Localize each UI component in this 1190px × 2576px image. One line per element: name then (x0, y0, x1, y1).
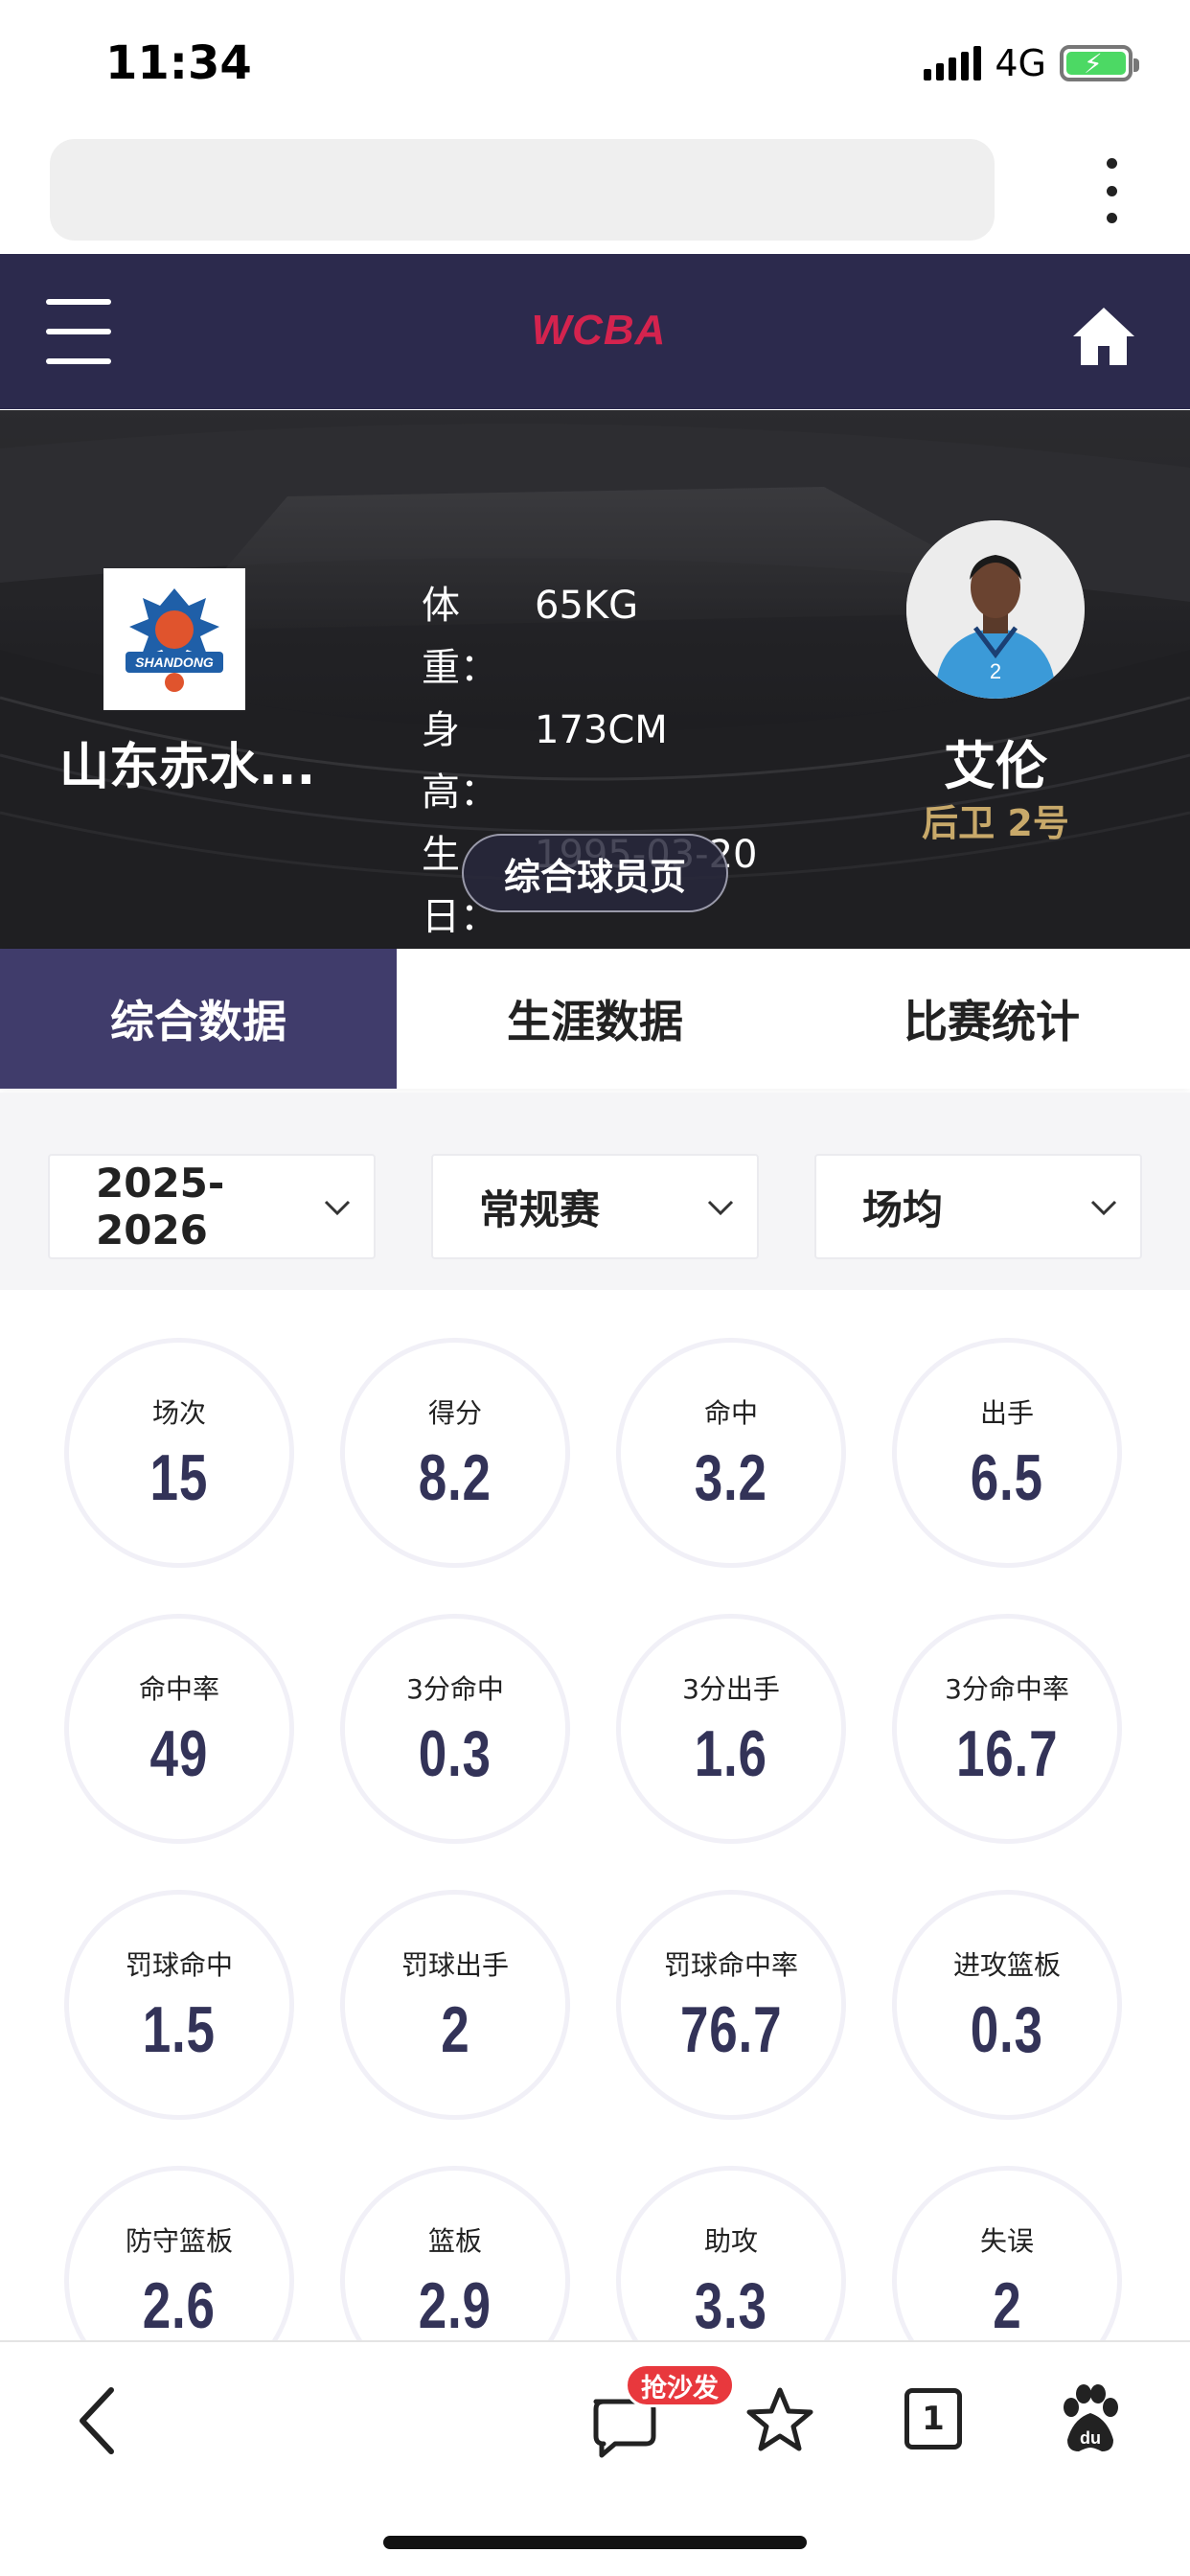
team-logo[interactable]: SHANDONG (103, 568, 245, 710)
player-hero: SHANDONG 山东赤水... 体重： 65KG 身高： 173CM 生日： … (0, 410, 1190, 949)
stat-mode-select[interactable]: 场均 (814, 1154, 1142, 1259)
battery-icon: ⚡ (1060, 45, 1139, 81)
stat-free-throws-attempted: 罚球出手 2 (340, 1890, 570, 2120)
comment-badge[interactable]: 抢沙发 (625, 2363, 735, 2407)
competition-select[interactable]: 常规赛 (431, 1154, 759, 1259)
info-weight: 体重： 65KG (422, 584, 639, 690)
stat-three-attempted: 3分出手 1.6 (616, 1614, 846, 1844)
filter-bar: 2025-2026 常规赛 场均 (0, 1092, 1190, 1290)
stat-three-made: 3分命中 0.3 (340, 1614, 570, 1844)
more-menu-icon[interactable] (1092, 158, 1131, 223)
tab-game-stats[interactable]: 比赛统计 (793, 949, 1190, 1089)
stat-assists: 助攻 3.3 (616, 2166, 846, 2340)
chevron-down-icon (324, 1200, 351, 1216)
tab-overall-stats[interactable]: 综合数据 (0, 949, 397, 1089)
hamburger-menu-icon[interactable] (46, 299, 111, 364)
competition-select-value: 常规赛 (479, 1185, 601, 1233)
logo-text: WCBA (531, 307, 667, 354)
status-time: 11:34 (105, 36, 252, 90)
chevron-down-icon (707, 1200, 734, 1216)
chevron-down-icon (1090, 1200, 1117, 1216)
network-type: 4G (995, 42, 1046, 84)
player-name: 艾伦 (944, 736, 1047, 796)
site-header: WCBA (0, 254, 1190, 409)
tab-career-stats[interactable]: 生涯数据 (397, 949, 793, 1089)
status-bar: 11:34 4G ⚡ (0, 0, 1190, 129)
dragon-emblem-icon: SHANDONG (126, 588, 223, 692)
stat-turnovers: 失误 2 (892, 2166, 1122, 2340)
signal-icon (924, 46, 982, 80)
svg-text:du: du (1080, 2428, 1101, 2448)
stats-grid: 场次 15 得分 8.2 命中 3.2 出手 6.5 命中率 49 3分命中 0.3 3分出… (0, 1290, 1190, 2340)
tabs-count-button[interactable]: 1 (904, 2388, 962, 2450)
season-select-value: 2025-2026 (96, 1160, 225, 1254)
player-position: 后卫 2号 (922, 802, 1069, 844)
svg-text:SHANDONG: SHANDONG (135, 655, 214, 670)
baidu-paw-icon[interactable]: du (1058, 2382, 1123, 2455)
stat-rebounds: 篮板 2.9 (340, 2166, 570, 2340)
status-indicators: 4G ⚡ (924, 42, 1139, 84)
player-profile-button[interactable]: 综合球员页 (462, 834, 728, 912)
stat-free-throws-made: 罚球命中 1.5 (64, 1890, 294, 2120)
wcba-logo[interactable]: WCBA (503, 288, 695, 374)
stats-tabs: 综合数据 生涯数据 比赛统计 (0, 949, 1190, 1089)
team-name[interactable]: 山东赤水... (59, 726, 315, 798)
stat-offensive-rebounds: 进攻篮板 0.3 (892, 1890, 1122, 2120)
stat-field-goals-attempted: 出手 6.5 (892, 1338, 1122, 1568)
season-select[interactable]: 2025-2026 (48, 1154, 376, 1259)
info-height: 身高： 173CM (422, 708, 668, 815)
stat-field-goal-pct: 命中率 49 (64, 1614, 294, 1844)
stat-mode-select-value: 场均 (862, 1185, 944, 1233)
home-icon[interactable] (1071, 304, 1136, 367)
stat-three-pct: 3分命中率 16.7 (892, 1614, 1122, 1844)
stat-free-throw-pct: 罚球命中率 76.7 (616, 1890, 846, 2120)
stat-points: 得分 8.2 (340, 1338, 570, 1568)
stat-defensive-rebounds: 防守篮板 2.6 (64, 2166, 294, 2340)
home-indicator[interactable] (383, 2536, 807, 2549)
stat-games: 场次 15 (64, 1338, 294, 1568)
star-icon[interactable] (744, 2384, 816, 2457)
player-avatar: 2 (906, 520, 1085, 699)
svg-text:2: 2 (990, 659, 1001, 683)
back-icon[interactable] (69, 2382, 126, 2459)
stat-field-goals-made: 命中 3.2 (616, 1338, 846, 1568)
address-bar[interactable] (50, 139, 995, 241)
